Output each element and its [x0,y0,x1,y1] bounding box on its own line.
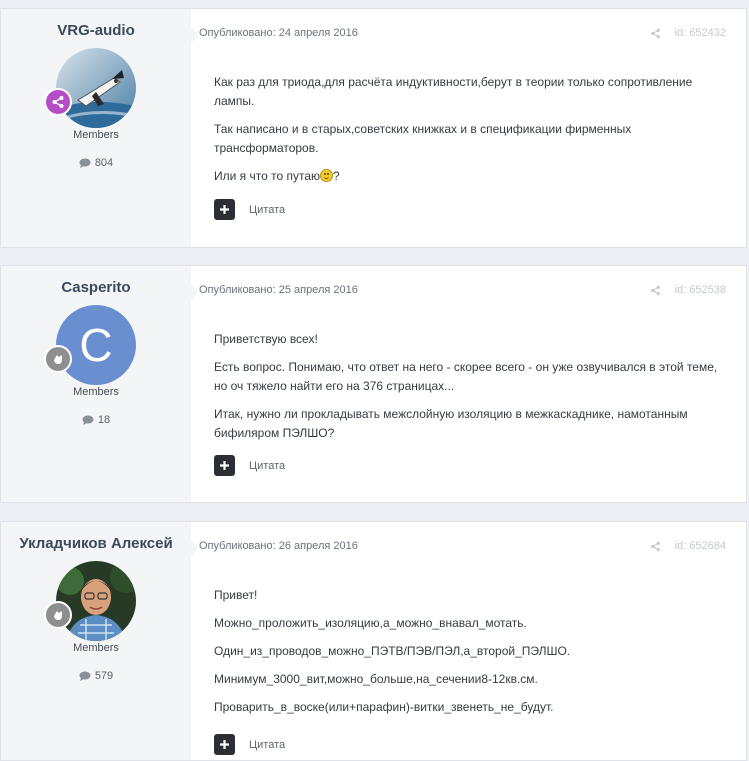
post-content: Опубликовано: 24 апреля 2016 id: 652432 … [191,9,746,247]
rank-badge [44,345,72,373]
quote-button[interactable]: Цитата [249,739,285,751]
post-count: 804 [1,157,191,169]
post-body: Как раз для триода,для расчёта индуктивн… [214,73,726,195]
post-body: Приветствую всех! Есть вопрос. Понимаю, … [214,330,726,452]
author-panel: Укладчиков Алексей Members 579 [1,522,199,760]
hand-rank-icon [54,611,62,620]
share-rank-icon [52,96,64,108]
member-group: Members [73,386,119,398]
post-meta: id: 652684 [650,540,726,552]
plus-icon [220,461,229,470]
author-panel: VRG-audio Members 804 [1,9,199,247]
plus-icon [220,205,229,214]
comment-icon [82,415,94,425]
hand-rank-icon [54,355,62,364]
avatar[interactable]: C [56,305,136,385]
post-count: 18 [1,414,191,426]
post-paragraph: Можно_проложить_изоляцию,а_можно_внавал_… [214,616,527,630]
post-count-value: 804 [94,157,114,169]
post-count-value: 18 [97,414,111,426]
multiquote-button[interactable] [214,199,235,220]
published-date[interactable]: Опубликовано: 26 апреля 2016 [199,540,358,552]
post-count: 579 [1,670,191,682]
author-name[interactable]: Casperito [1,279,191,297]
share-icon[interactable] [650,541,661,552]
post-paragraph: Как раз для триода,для расчёта индуктивн… [214,75,693,108]
share-icon[interactable] [650,28,661,39]
member-group: Members [73,129,119,141]
post-meta: id: 652432 [650,27,726,39]
multiquote-button[interactable] [214,734,235,755]
avatar-container: C [44,305,136,385]
post-actions: Цитата [214,199,285,220]
multiquote-button[interactable] [214,455,235,476]
rank-badge [44,601,72,629]
post-count-value: 579 [94,670,114,682]
avatar[interactable] [56,561,136,641]
post-id: id: 652432 [674,27,726,39]
post-paragraph: Так написано и в старых,советских книжка… [214,122,632,155]
plus-icon [220,740,229,749]
post-2: Casperito C Members 18 Опубликовано: 25 … [0,265,747,503]
smiley-emoticon-icon [320,169,334,182]
post-paragraph: Есть вопрос. Понимаю, что ответ на него … [214,360,718,393]
post-content: Опубликовано: 26 апреля 2016 id: 652684 … [191,522,746,760]
member-group: Members [73,642,119,654]
avatar-container [44,561,136,641]
author-name[interactable]: Укладчиков Алексей [1,535,191,553]
post-id: id: 652684 [674,540,726,552]
post-body: Привет! Можно_проложить_изоляцию,а_можно… [214,586,726,726]
author-panel: Casperito C Members 18 [1,266,199,502]
author-name[interactable]: VRG-audio [1,22,191,40]
post-text: ? [333,169,340,183]
post-content: Опубликовано: 25 апреля 2016 id: 652538 … [191,266,746,502]
post-3: Укладчиков Алексей Members 579 Опубликов… [0,521,747,761]
post-text: Или я что то путаю [214,169,321,183]
avatar-letter: C [79,319,113,371]
post-actions: Цитата [214,455,285,476]
post-paragraph: Минимум_3000_вит,можно_больше,на_сечении… [214,672,538,686]
avatar-container [44,48,136,128]
post-paragraph: Один_из_проводов_можно_ПЭТВ/ПЭВ/ПЭЛ,а_вт… [214,644,571,658]
post-id: id: 652538 [674,284,726,296]
share-icon[interactable] [650,285,661,296]
comment-icon [79,158,91,168]
rank-badge [44,88,72,116]
post-actions: Цитата [214,734,285,755]
post-paragraph: Итак, нужно ли прокладывать межслойную и… [214,407,688,440]
post-paragraph: Приветствую всех! [214,332,318,346]
quote-button[interactable]: Цитата [249,204,285,216]
post-paragraph: Привет! [214,588,258,602]
comment-icon [79,671,91,681]
quote-button[interactable]: Цитата [249,460,285,472]
published-date[interactable]: Опубликовано: 24 апреля 2016 [199,27,358,39]
avatar[interactable] [56,48,136,128]
post-paragraph: Или я что то путаю? [214,167,726,186]
post-1: VRG-audio Members 804 Опубликовано: 24 а… [0,8,747,248]
published-date[interactable]: Опубликовано: 25 апреля 2016 [199,284,358,296]
post-paragraph: Проварить_в_воске(или+парафин)-витки_зве… [214,700,554,714]
post-meta: id: 652538 [650,284,726,296]
